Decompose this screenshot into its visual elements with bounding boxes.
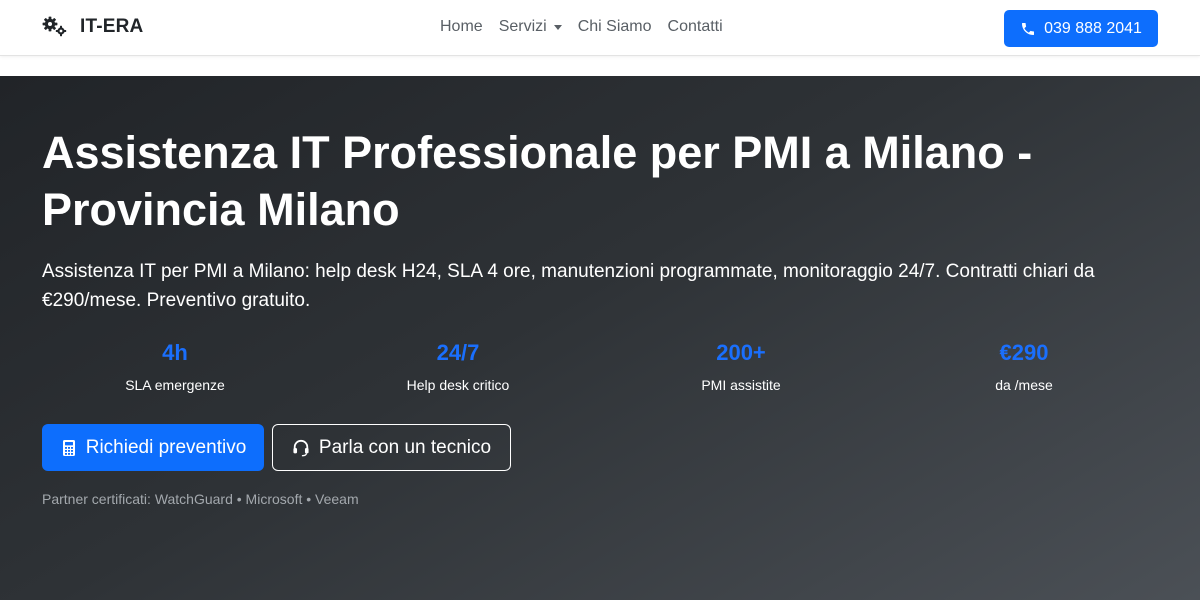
- phone-number: 039 888 2041: [1044, 19, 1142, 37]
- stat-label: SLA emergenze: [125, 377, 225, 393]
- stat-label: PMI assistite: [701, 377, 781, 393]
- brand-logo-link[interactable]: IT-ERA: [42, 16, 143, 38]
- main-nav: Home Servizi Chi Siamo Contatti: [440, 18, 739, 36]
- stat-value: 24/7: [436, 340, 480, 365]
- talk-to-technician-button[interactable]: Parla con un tecnico: [272, 424, 511, 471]
- phone-icon: [1022, 22, 1035, 35]
- request-quote-label: Richiedi preventivo: [85, 436, 247, 458]
- partners-text: Partner certificati: WatchGuard • Micros…: [42, 491, 359, 507]
- hero-section: Assistenza IT Professionale per PMI a Mi…: [0, 76, 1200, 600]
- hero-title: Assistenza IT Professionale per PMI a Mi…: [42, 127, 1033, 235]
- stat-value: 200+: [716, 340, 766, 365]
- phone-call-button[interactable]: 039 888 2041: [1004, 10, 1158, 47]
- gears-icon: [42, 16, 67, 37]
- navbar: IT-ERA Home Servizi Chi Siamo Contatti 0…: [0, 0, 1200, 56]
- stat-label: da /mese: [995, 377, 1053, 393]
- stat-price: €290 da /mese: [894, 340, 1154, 394]
- brand-name: IT-ERA: [80, 16, 144, 37]
- stat-pmi: 200+ PMI assistite: [611, 340, 871, 394]
- nav-contatti[interactable]: Contatti: [668, 18, 723, 36]
- hero-subtitle: Assistenza IT per PMI a Milano: help des…: [42, 261, 1095, 311]
- nav-chi-siamo[interactable]: Chi Siamo: [578, 18, 652, 36]
- headset-icon: [293, 439, 309, 456]
- stat-value: 4h: [162, 340, 188, 365]
- stat-sla: 4h SLA emergenze: [45, 340, 305, 394]
- stat-help-desk: 24/7 Help desk critico: [328, 340, 588, 394]
- stat-value: €290: [999, 340, 1049, 365]
- stat-label: Help desk critico: [406, 377, 510, 393]
- talk-to-technician-label: Parla con un tecnico: [318, 436, 492, 458]
- nav-home[interactable]: Home: [440, 18, 483, 36]
- nav-servizi-dropdown[interactable]: Servizi: [499, 18, 562, 36]
- calculator-icon: [62, 439, 75, 456]
- nav-servizi-label: Servizi: [498, 18, 547, 35]
- chevron-down-icon: [553, 24, 562, 30]
- request-quote-button[interactable]: Richiedi preventivo: [42, 424, 264, 471]
